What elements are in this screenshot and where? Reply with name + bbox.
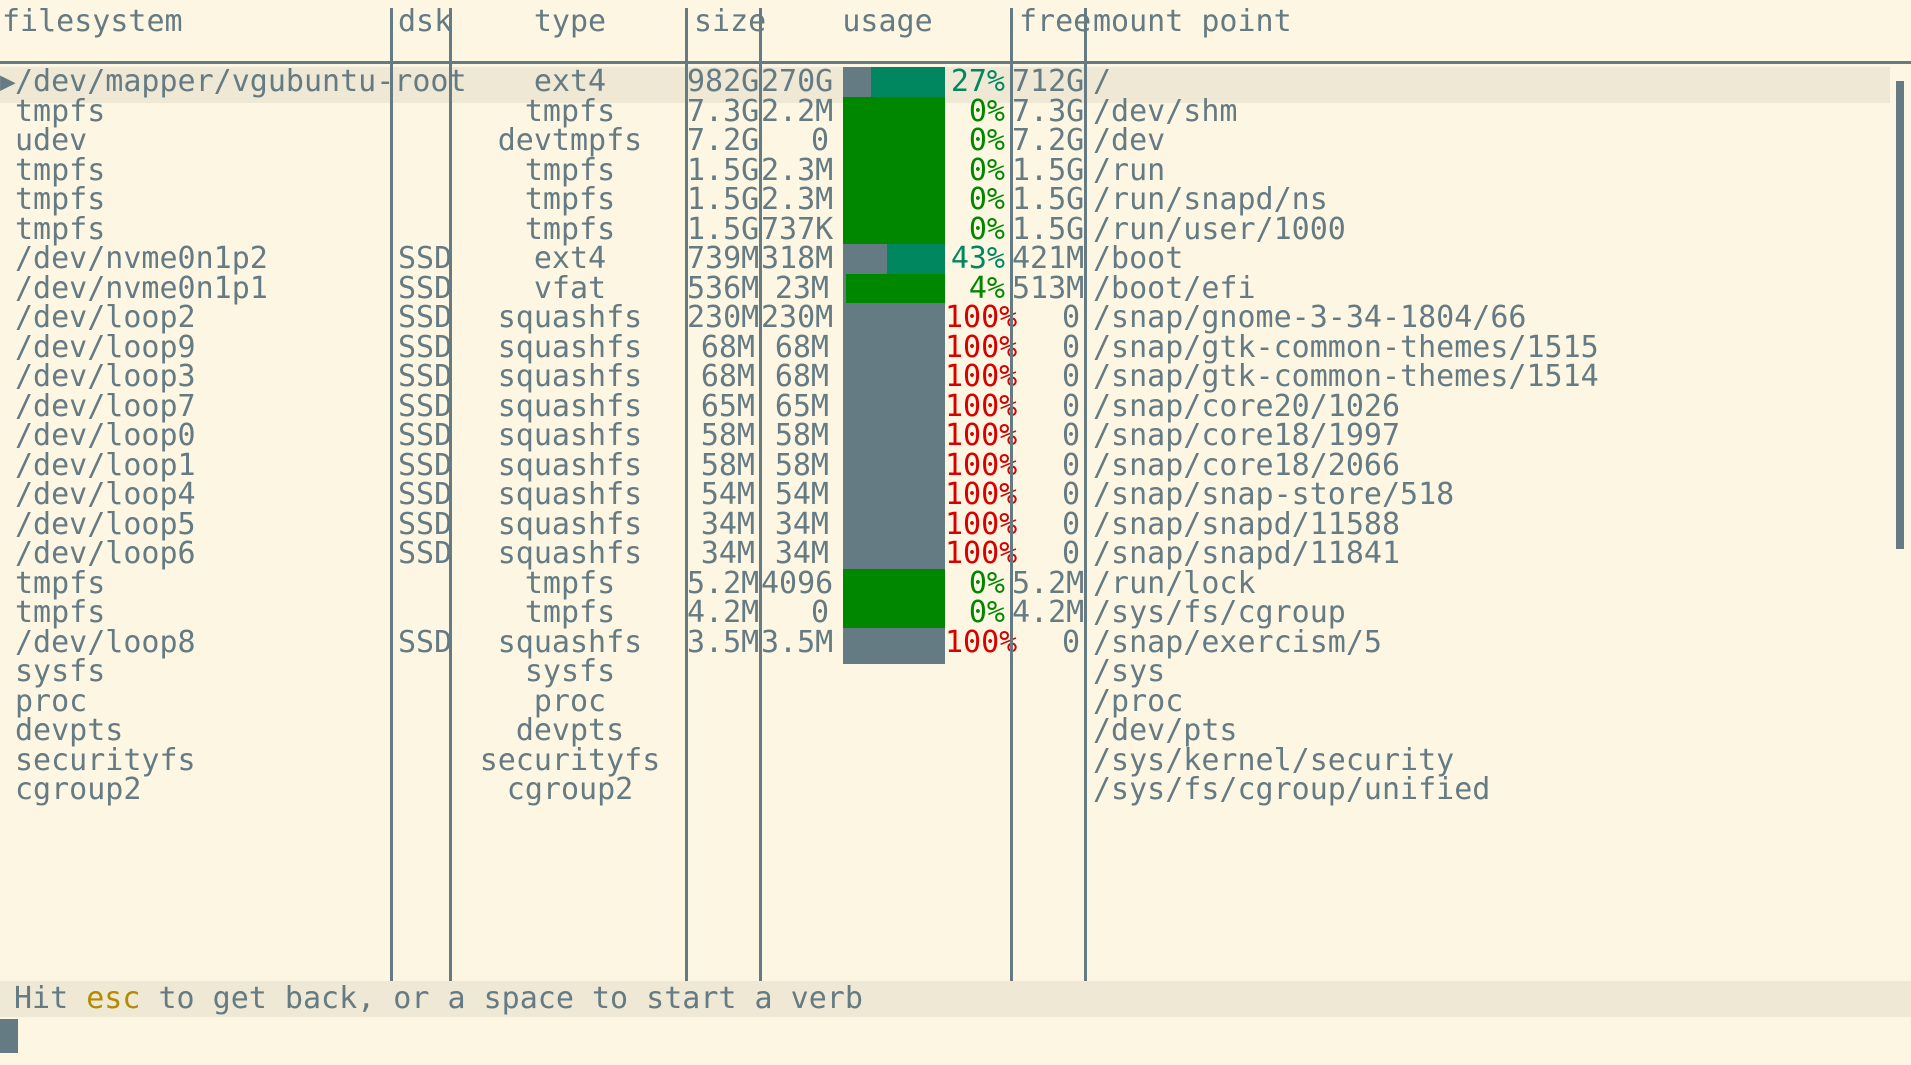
scrollbar-thumb[interactable]	[1896, 81, 1904, 549]
status-prefix: Hit	[14, 981, 87, 1016]
selection-arrow-icon: ▶	[0, 67, 16, 97]
column-header-mount[interactable]: mount point	[1093, 4, 1292, 40]
terminal-window: filesystem dsk type size usage free moun…	[0, 0, 1911, 1065]
cell-free	[1012, 772, 1080, 808]
cell-usage-percent: 100%	[945, 625, 1018, 660]
column-header-type[interactable]: type	[453, 4, 687, 40]
input-cursor[interactable]	[0, 1019, 18, 1053]
cell-used	[761, 772, 829, 808]
column-header-free[interactable]: free	[1019, 4, 1091, 40]
column-separator	[449, 8, 452, 981]
cell-dsk: SSD	[398, 536, 453, 571]
column-header-dsk[interactable]: dsk	[398, 4, 452, 40]
status-bar: Hit esc to get back, or a space to start…	[0, 981, 1911, 1017]
cell-dsk: SSD	[398, 625, 453, 660]
cell-filesystem: cgroup2	[15, 772, 142, 807]
column-header-size[interactable]: size	[694, 4, 766, 40]
status-message: Hit esc to get back, or a space to start…	[14, 981, 863, 1017]
column-header-filesystem[interactable]: filesystem	[2, 4, 183, 40]
cell-type: cgroup2	[506, 772, 634, 807]
cell-mount-point: /sys/fs/cgroup/unified	[1093, 772, 1491, 807]
scrollbar[interactable]	[1896, 81, 1904, 981]
table-row[interactable]	[0, 775, 1890, 811]
column-separator	[759, 8, 762, 981]
column-separator	[390, 8, 393, 981]
cell-size	[687, 772, 755, 808]
column-separator	[1084, 8, 1087, 981]
column-separator	[1010, 8, 1013, 981]
column-separator	[685, 8, 688, 981]
status-suffix: to get back, or a space to start a verb	[140, 981, 863, 1016]
column-header-usage[interactable]: usage	[763, 4, 1012, 40]
status-key-esc: esc	[86, 981, 141, 1016]
